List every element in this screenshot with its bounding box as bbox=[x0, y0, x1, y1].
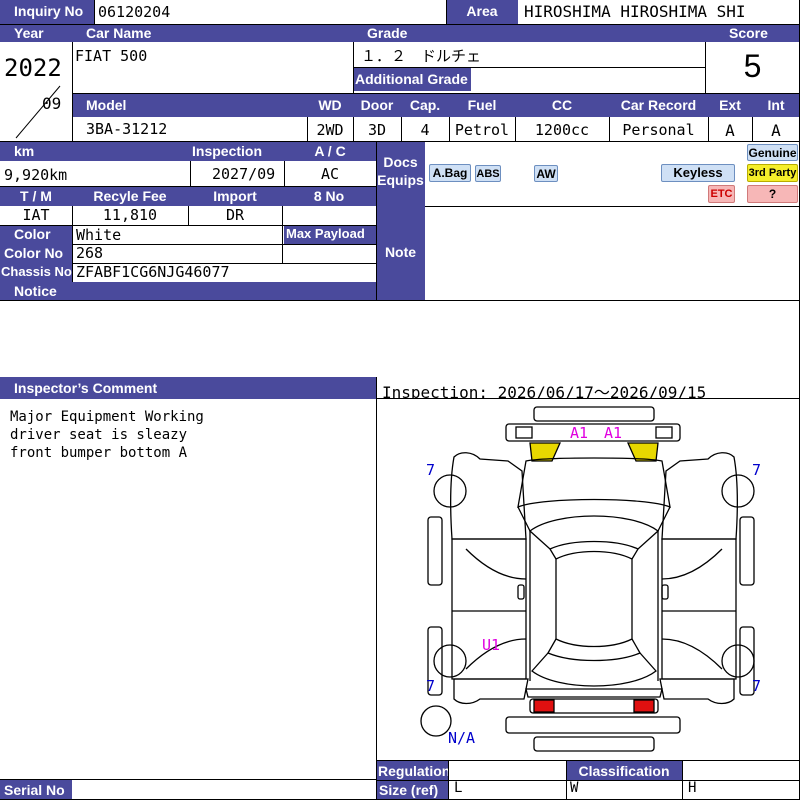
tire-tread-rear-right: 7 bbox=[752, 677, 762, 695]
km-label: km bbox=[0, 141, 190, 161]
equipment-area: A.Bag ABS AW Keyless Genuine 3rd Party E… bbox=[425, 141, 800, 206]
cap-label: Cap. bbox=[401, 93, 449, 117]
color-label: Color bbox=[0, 225, 72, 244]
fuel-value: Petrol bbox=[449, 117, 515, 141]
damage-mark-a1-right: A1 bbox=[604, 424, 623, 442]
color-no-value: 268 bbox=[72, 244, 282, 263]
third-party-chip: 3rd Party bbox=[747, 164, 798, 182]
size-ref-label: Size (ref) bbox=[376, 780, 448, 800]
etc-chip: ETC bbox=[708, 185, 735, 203]
import-label: Import bbox=[188, 186, 282, 206]
int-value: A bbox=[752, 117, 800, 141]
score-label: Score bbox=[705, 24, 800, 42]
car-name-value: FIAT 500 bbox=[72, 42, 353, 93]
chassis-no-value: ZFABF1CG6NJG46077 bbox=[72, 263, 376, 282]
tire-tread-front-right: 7 bbox=[752, 461, 762, 479]
classification-value bbox=[682, 761, 800, 780]
door-label: Door bbox=[353, 93, 401, 117]
serial-no-label: Serial No bbox=[0, 780, 72, 800]
size-l-cell: L bbox=[448, 780, 566, 800]
unknown-chip: ? bbox=[747, 185, 798, 203]
eight-no-value bbox=[282, 206, 376, 225]
auction-sheet: Inquiry No 06120204 Area HIROSHIMA HIROS… bbox=[0, 0, 800, 800]
recycle-fee-value: 11,810 bbox=[72, 206, 188, 225]
tm-value: IAT bbox=[0, 206, 72, 225]
docs-equips-label: Docs Equips bbox=[376, 141, 425, 206]
inspection-value: 2027/09 bbox=[190, 161, 284, 186]
inquiry-label: Inquiry No bbox=[0, 0, 94, 24]
grade-label: Grade bbox=[353, 24, 705, 42]
size-l: L bbox=[454, 780, 463, 796]
keyless-chip: Keyless bbox=[661, 164, 735, 182]
area-value: HIROSHIMA HIROSHIMA SHI bbox=[518, 0, 800, 24]
area-label: Area bbox=[446, 0, 518, 24]
score-value: 5 bbox=[705, 42, 800, 93]
regulation-value bbox=[448, 761, 566, 780]
size-w-cell: W bbox=[566, 780, 682, 800]
model-label: Model bbox=[72, 93, 307, 117]
car-record-value: Personal bbox=[609, 117, 708, 141]
recycle-fee-label: Recyle Fee bbox=[72, 186, 188, 206]
genuine-chip: Genuine bbox=[747, 144, 798, 161]
note-area bbox=[425, 206, 800, 300]
int-label: Int bbox=[752, 93, 800, 117]
note-label: Note bbox=[376, 206, 425, 300]
airbag-chip: A.Bag bbox=[429, 164, 471, 182]
ext-label: Ext bbox=[708, 93, 752, 117]
door-value: 3D bbox=[353, 117, 401, 141]
model-value: 3BA-31212 bbox=[72, 117, 307, 141]
damage-mark-u1: U1 bbox=[482, 636, 501, 654]
cc-value: 1200cc bbox=[515, 117, 609, 141]
vehicle-diagram: A1 A1 U1 7 7 7 7 N/A bbox=[376, 399, 800, 759]
serial-no-value bbox=[72, 780, 376, 800]
docs-label: Docs bbox=[383, 154, 418, 170]
cc-label: CC bbox=[515, 93, 609, 117]
damage-mark-a1-left: A1 bbox=[570, 424, 589, 442]
cap-value: 4 bbox=[401, 117, 449, 141]
equips-label: Equips bbox=[377, 172, 424, 188]
max-payload-value bbox=[284, 244, 376, 263]
car-record-label: Car Record bbox=[609, 93, 708, 117]
aw-chip: AW bbox=[534, 165, 558, 182]
max-payload-label: Max Payload bbox=[284, 225, 376, 244]
ext-value: A bbox=[708, 117, 752, 141]
year-label: Year bbox=[0, 24, 72, 42]
car-name-label: Car Name bbox=[72, 24, 353, 42]
tm-label: T / M bbox=[0, 186, 72, 206]
color-no-label: Color No bbox=[0, 244, 72, 263]
notice-label: Notice bbox=[0, 282, 376, 300]
abs-chip: ABS bbox=[475, 165, 501, 182]
ac-value: AC bbox=[284, 161, 376, 186]
inspection-label: Inspection bbox=[190, 141, 284, 161]
classification-label: Classification bbox=[566, 761, 682, 780]
inspection-period: Inspection: 2026/06/17〜2026/09/15 bbox=[376, 377, 800, 399]
additional-grade-value bbox=[471, 67, 705, 93]
spare-tire-label: N/A bbox=[448, 729, 476, 747]
ac-label: A / C bbox=[284, 141, 376, 161]
grade-value: １．２ ドルチェ bbox=[353, 42, 705, 67]
car-outline bbox=[420, 406, 755, 752]
eight-no-label: 8 No bbox=[282, 186, 376, 206]
color-value: White bbox=[72, 225, 282, 244]
additional-grade-label: Additional Grade bbox=[353, 67, 471, 91]
inquiry-value: 06120204 bbox=[94, 0, 446, 24]
wd-value: 2WD bbox=[307, 117, 353, 141]
chassis-no-label: Chassis No bbox=[0, 263, 72, 282]
year-month: 09 bbox=[42, 94, 62, 113]
regulation-label: Regulation bbox=[376, 761, 448, 780]
import-value: DR bbox=[188, 206, 282, 225]
fuel-label: Fuel bbox=[449, 93, 515, 117]
inspector-comment-label: Inspector’s Comment bbox=[0, 377, 376, 399]
km-value: 9,920km bbox=[0, 161, 190, 186]
year-cell: 2022 09 bbox=[0, 42, 72, 140]
wd-label: WD bbox=[307, 93, 353, 117]
tire-tread-front-left: 7 bbox=[426, 461, 436, 479]
size-w: W bbox=[570, 780, 579, 796]
inspector-comment-text: Major Equipment Working driver seat is s… bbox=[0, 399, 376, 779]
year-diagonal bbox=[15, 85, 61, 139]
size-h-cell: H bbox=[682, 780, 800, 800]
notice-body bbox=[0, 300, 800, 377]
size-h: H bbox=[688, 780, 697, 796]
tire-tread-rear-left: 7 bbox=[426, 677, 436, 695]
